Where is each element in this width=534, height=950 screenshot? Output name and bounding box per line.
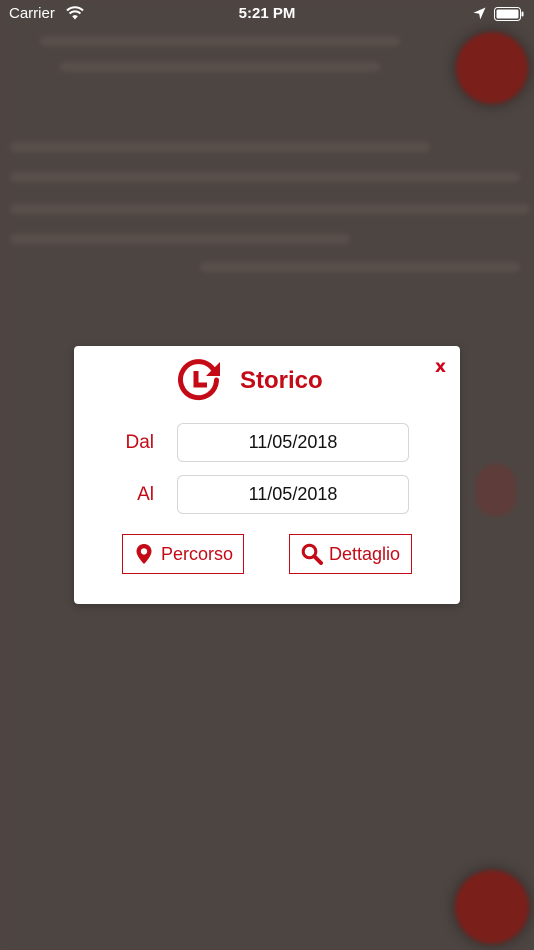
magnifier-icon: [301, 543, 323, 565]
detail-button-label: Dettaglio: [328, 543, 401, 564]
dialog-title: Storico: [240, 367, 323, 394]
history-clock-icon: [178, 359, 220, 401]
battery-icon: [494, 7, 524, 21]
route-button[interactable]: Percorso: [122, 534, 244, 574]
map-pin-icon: [136, 544, 152, 564]
to-date-label: Al: [137, 484, 154, 505]
status-bar: Carrier 5:21 PM: [0, 0, 534, 28]
to-date-field[interactable]: 11/05/2018: [177, 475, 409, 514]
background-map-marker: [476, 464, 516, 516]
detail-button[interactable]: Dettaglio: [289, 534, 412, 574]
from-date-label: Dal: [125, 432, 154, 453]
status-time: 5:21 PM: [238, 5, 296, 22]
from-date-field[interactable]: 11/05/2018: [177, 423, 409, 462]
route-button-label: Percorso: [160, 543, 234, 564]
background-fab-bottom: [455, 870, 529, 944]
close-button[interactable]: x: [435, 357, 446, 377]
location-arrow-icon: [473, 7, 486, 20]
storico-dialog: x Storico Dal 11/05/2018 Al 11/05/2018 P…: [74, 346, 460, 604]
background-fab-top: [456, 32, 528, 104]
